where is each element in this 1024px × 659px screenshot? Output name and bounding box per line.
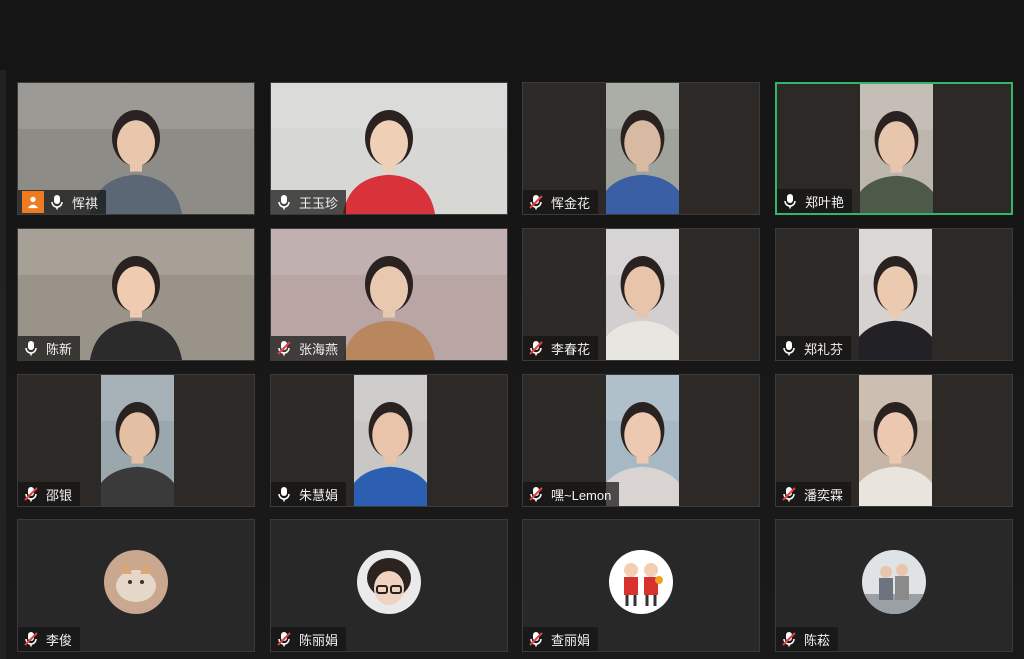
participant-name: 邵银 bbox=[46, 487, 73, 503]
participant-namebar: 陈菘 bbox=[776, 627, 839, 651]
participant-name: 王玉珍 bbox=[299, 195, 339, 211]
mic-muted-icon bbox=[527, 193, 545, 211]
participant-video bbox=[859, 229, 932, 360]
participant-tile[interactable]: 朱慧娟 bbox=[270, 374, 508, 507]
participant-name: 张海燕 bbox=[299, 341, 339, 357]
participant-tile[interactable]: 李俊 bbox=[17, 519, 255, 652]
participant-namebar: 陈丽娟 bbox=[271, 627, 347, 651]
participant-tile[interactable]: 邵银 bbox=[17, 374, 255, 507]
participant-video bbox=[354, 375, 427, 506]
participant-grid: 恽祺 王玉珍 恽金花 郑叶艳陈新 张海燕 李春花 郑礼芬邵银 朱慧娟 嘿~Lemon 潘奕霖李俊 陈… bbox=[0, 0, 1024, 659]
mic-muted-icon bbox=[527, 630, 545, 648]
participant-tile[interactable]: 郑叶艳 bbox=[775, 82, 1013, 215]
participant-tile[interactable]: 郑礼芬 bbox=[775, 228, 1013, 361]
mic-icon bbox=[22, 339, 40, 357]
participant-tile[interactable]: 陈丽娟 bbox=[270, 519, 508, 652]
child-avatar bbox=[357, 549, 421, 614]
host-user-icon bbox=[22, 191, 44, 213]
participant-namebar: 张海燕 bbox=[271, 336, 347, 360]
participant-tile[interactable]: 张海燕 bbox=[270, 228, 508, 361]
participant-namebar: 嘿~Lemon bbox=[523, 482, 620, 506]
mic-icon bbox=[275, 193, 293, 211]
participant-name: 郑礼芬 bbox=[804, 341, 844, 357]
participant-name: 查丽娟 bbox=[551, 632, 591, 648]
participant-tile[interactable]: 恽金花 bbox=[522, 82, 760, 215]
couple-photo-avatar bbox=[862, 549, 926, 614]
participant-tile[interactable]: 陈菘 bbox=[775, 519, 1013, 652]
participant-video bbox=[606, 83, 679, 214]
mic-muted-icon bbox=[275, 630, 293, 648]
participant-name: 郑叶艳 bbox=[805, 194, 845, 210]
participant-name: 李春花 bbox=[551, 341, 591, 357]
participant-name: 嘿~Lemon bbox=[551, 487, 612, 503]
cat-avatar bbox=[104, 549, 168, 614]
mic-icon bbox=[780, 339, 798, 357]
participant-namebar: 恽金花 bbox=[523, 190, 599, 214]
mic-icon bbox=[48, 193, 66, 211]
mic-icon bbox=[781, 192, 799, 210]
participant-namebar: 王玉珍 bbox=[271, 190, 347, 214]
participant-namebar: 朱慧娟 bbox=[271, 482, 347, 506]
participant-video bbox=[606, 229, 679, 360]
participant-namebar: 郑叶艳 bbox=[777, 189, 853, 213]
participant-namebar: 李春花 bbox=[523, 336, 599, 360]
participant-tile[interactable]: 王玉珍 bbox=[270, 82, 508, 215]
participant-namebar: 陈新 bbox=[18, 336, 81, 360]
participant-name: 陈菘 bbox=[804, 632, 831, 648]
participant-namebar: 恽祺 bbox=[18, 190, 107, 214]
mic-muted-icon bbox=[780, 485, 798, 503]
mic-muted-icon bbox=[527, 485, 545, 503]
participant-video bbox=[101, 375, 174, 506]
participant-tile[interactable]: 嘿~Lemon bbox=[522, 374, 760, 507]
mic-muted-icon bbox=[22, 485, 40, 503]
participant-name: 陈新 bbox=[46, 341, 73, 357]
participant-name: 恽祺 bbox=[72, 195, 99, 211]
cartoon-couple-avatar bbox=[609, 549, 673, 614]
participant-tile[interactable]: 查丽娟 bbox=[522, 519, 760, 652]
participant-tile[interactable]: 李春花 bbox=[522, 228, 760, 361]
participant-namebar: 查丽娟 bbox=[523, 627, 599, 651]
mic-muted-icon bbox=[22, 630, 40, 648]
participant-name: 恽金花 bbox=[551, 195, 591, 211]
participant-namebar: 潘奕霖 bbox=[776, 482, 852, 506]
participant-name: 李俊 bbox=[46, 632, 73, 648]
participant-tile[interactable]: 恽祺 bbox=[17, 82, 255, 215]
participant-video bbox=[860, 84, 933, 213]
participant-video bbox=[859, 375, 932, 506]
mic-muted-icon bbox=[275, 339, 293, 357]
participant-namebar: 李俊 bbox=[18, 627, 81, 651]
mic-muted-icon bbox=[780, 630, 798, 648]
mic-muted-icon bbox=[527, 339, 545, 357]
participant-name: 朱慧娟 bbox=[299, 487, 339, 503]
participant-namebar: 郑礼芬 bbox=[776, 336, 852, 360]
participant-tile[interactable]: 潘奕霖 bbox=[775, 374, 1013, 507]
mic-icon bbox=[275, 485, 293, 503]
participant-name: 陈丽娟 bbox=[299, 632, 339, 648]
participant-namebar: 邵银 bbox=[18, 482, 81, 506]
participant-tile[interactable]: 陈新 bbox=[17, 228, 255, 361]
participant-name: 潘奕霖 bbox=[804, 487, 844, 503]
